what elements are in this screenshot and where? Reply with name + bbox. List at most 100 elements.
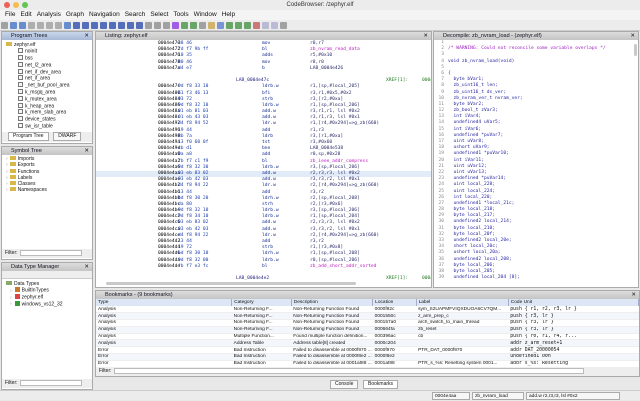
expand-icon[interactable]: › xyxy=(6,156,8,162)
column-header-location[interactable]: Location xyxy=(372,299,417,306)
close-icon[interactable]: ✕ xyxy=(84,147,89,155)
toolbar-button-icon[interactable] xyxy=(271,22,278,29)
column-header-category[interactable]: Category xyxy=(231,299,292,306)
bookmark-row[interactable]: Error Bad Instruction Failed to disassembl… xyxy=(96,353,639,361)
toolbar-button-icon[interactable] xyxy=(28,22,35,29)
menu-graph[interactable]: Graph xyxy=(66,10,84,20)
close-icon[interactable]: ✕ xyxy=(631,291,636,299)
expand-icon[interactable]: › xyxy=(10,301,12,307)
tree-item[interactable]: device_states xyxy=(6,116,92,123)
toolbar-button-icon[interactable] xyxy=(217,22,224,29)
data-type-archive[interactable]: › zephyr.elf xyxy=(6,294,92,301)
expand-icon[interactable]: › xyxy=(6,187,8,193)
toolbar-button-icon[interactable] xyxy=(208,22,215,29)
decompile-view[interactable]: 1 2/* WARNING: Could not reconcile some v… xyxy=(434,40,638,280)
symbol-filter-input[interactable] xyxy=(19,249,82,256)
tree-item[interactable]: noinit xyxy=(6,48,92,55)
expand-icon[interactable]: › xyxy=(10,288,12,294)
close-window-button[interactable] xyxy=(4,2,10,8)
menu-edit[interactable]: Edit xyxy=(20,10,31,20)
bookmarks-filter-input[interactable] xyxy=(113,367,584,374)
symbol-tree-item[interactable]: › Namespaces xyxy=(6,187,92,193)
menu-window[interactable]: Window xyxy=(194,10,217,20)
tab-program-tree[interactable]: Program Tree xyxy=(8,132,49,141)
menu-tools[interactable]: Tools xyxy=(173,10,188,20)
toolbar-button-icon[interactable] xyxy=(154,22,161,29)
close-icon[interactable]: ✕ xyxy=(423,32,428,40)
toolbar-button-icon[interactable] xyxy=(190,22,197,29)
toolbar-button-icon[interactable] xyxy=(118,22,125,29)
tree-item[interactable]: k_mutex_area xyxy=(6,95,92,103)
bookmark-row[interactable]: Error Bad Instruction Failed to disassembl… xyxy=(96,346,639,355)
toolbar-button-icon[interactable] xyxy=(136,22,143,29)
toolbar-button-icon[interactable] xyxy=(244,22,251,29)
toolbar-button-icon[interactable] xyxy=(55,22,62,29)
tab-bookmarks[interactable]: Bookmarks xyxy=(363,380,399,389)
listing-view[interactable]: 0004e470 38 46 mov r0,r7 0004e472 fd f7 9b ff… xyxy=(96,40,431,280)
toolbar-button-icon[interactable] xyxy=(37,22,44,29)
expand-icon[interactable]: › xyxy=(10,295,12,301)
horizontal-scrollbar[interactable] xyxy=(106,282,356,285)
decompile-line[interactable]: 39 undefined local_204 [8]; xyxy=(434,275,638,280)
menu-help[interactable]: Help xyxy=(222,10,235,20)
toolbar-button-icon[interactable] xyxy=(181,22,188,29)
vertical-scrollbar[interactable] xyxy=(634,44,637,56)
toolbar-button-icon[interactable] xyxy=(73,22,80,29)
tree-item[interactable]: net_if_dev_area xyxy=(6,68,92,76)
bookmark-row[interactable]: Analysis Non-Returning F... Non-Returning … xyxy=(96,306,639,314)
tree-item[interactable]: k_msgq_area xyxy=(6,89,92,96)
close-icon[interactable]: ✕ xyxy=(84,32,89,40)
tree-item[interactable]: net_if_area xyxy=(6,75,92,82)
column-header-code-unit[interactable]: Code Unit xyxy=(508,299,639,306)
toolbar-button-icon[interactable] xyxy=(172,22,179,29)
tree-item[interactable]: net_l2_area xyxy=(6,61,92,69)
menu-navigation[interactable]: Navigation xyxy=(89,10,120,20)
tree-item[interactable]: bss xyxy=(6,55,92,62)
maximize-window-button[interactable] xyxy=(22,2,28,8)
bookmark-row[interactable]: Analysis Non-Returning F... Non-Returning … xyxy=(96,326,639,334)
toolbar-button-icon[interactable] xyxy=(91,22,98,29)
toolbar-button-icon[interactable] xyxy=(226,22,233,29)
toolbar-button-icon[interactable] xyxy=(145,22,152,29)
toolbar-button-icon[interactable] xyxy=(235,22,242,29)
bookmark-row[interactable]: Analysis Non-Returning F... Non-Returning … xyxy=(96,319,639,327)
toolbar-button-icon[interactable] xyxy=(127,22,134,29)
toolbar-button-icon[interactable] xyxy=(10,22,17,29)
bookmark-row[interactable]: Analysis Non-Returning F... Non-Returning … xyxy=(96,312,639,321)
bookmark-row[interactable]: Analysis Address Table Address table[8] cr… xyxy=(96,339,639,348)
data-type-archive[interactable]: › BuiltInTypes xyxy=(6,287,92,294)
toolbar-button-icon[interactable] xyxy=(199,22,206,29)
column-header-type[interactable]: Type xyxy=(96,299,233,306)
column-header-label[interactable]: Label xyxy=(416,299,509,306)
column-header-description[interactable]: Description xyxy=(291,299,374,306)
toolbar-button-icon[interactable] xyxy=(64,22,71,29)
tree-item[interactable]: sw_isr_table xyxy=(6,123,92,130)
menu-search[interactable]: Search xyxy=(125,10,146,20)
expand-icon[interactable]: › xyxy=(6,169,8,175)
expand-icon[interactable]: › xyxy=(6,162,8,168)
bookmark-row[interactable]: Error Bad Instruction Failed to disassembl… xyxy=(96,360,639,367)
xref-text[interactable]: XREF[1]: 0004e55e(j) xyxy=(386,276,431,280)
tab-console[interactable]: Console xyxy=(330,380,359,389)
listing-row[interactable]: LAB_0004e4e2 XREF[1]: 0004e55e(j) xyxy=(96,276,431,280)
tree-item[interactable]: _net_buf_pool_area xyxy=(6,82,92,89)
toolbar-button-icon[interactable] xyxy=(19,22,26,29)
toolbar-button-icon[interactable] xyxy=(46,22,53,29)
toolbar-button-icon[interactable] xyxy=(82,22,89,29)
toolbar-button-icon[interactable] xyxy=(109,22,116,29)
menu-select[interactable]: Select xyxy=(150,10,168,20)
tab-dwarf[interactable]: DWARF xyxy=(53,132,82,141)
tree-item[interactable]: k_mem_slab_area xyxy=(6,109,92,116)
tree-item[interactable]: k_heap_area xyxy=(6,102,92,110)
menu-analysis[interactable]: Analysis xyxy=(37,10,61,20)
toolbar-button-icon[interactable] xyxy=(262,22,269,29)
toolbar-button-icon[interactable] xyxy=(253,22,260,29)
expand-icon[interactable]: › xyxy=(6,181,8,187)
toolbar-button-icon[interactable] xyxy=(163,22,170,29)
data-type-archive[interactable]: › windows_vs12_32 xyxy=(6,300,92,308)
bookmark-row[interactable]: Analysis Multiple Function... Found multip… xyxy=(96,333,639,341)
dtm-filter-input[interactable] xyxy=(19,379,82,386)
code-label[interactable]: LAB_0004e4e2 xyxy=(236,276,269,280)
toolbar-button-icon[interactable] xyxy=(1,22,8,29)
toolbar-button-icon[interactable] xyxy=(100,22,107,29)
